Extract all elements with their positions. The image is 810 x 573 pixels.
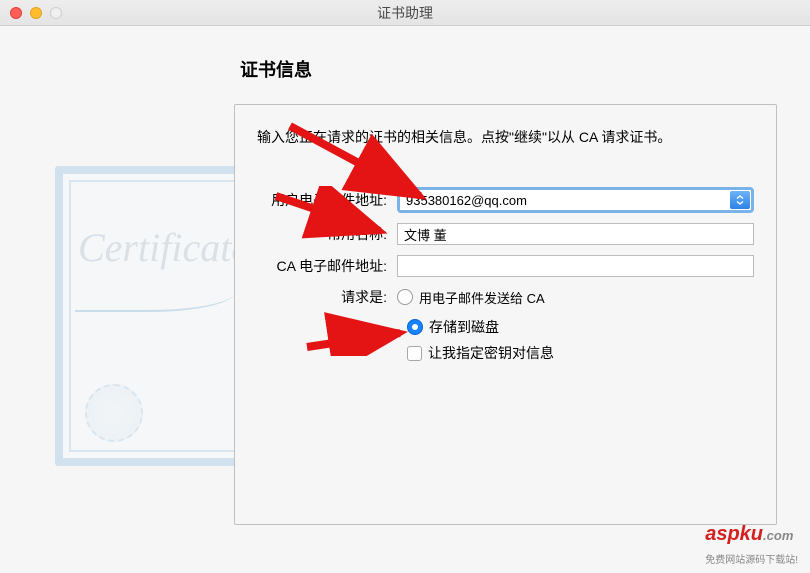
form-panel: 输入您正在请求的证书的相关信息。点按"继续"以从 CA 请求证书。 用户电子邮件… bbox=[234, 104, 777, 525]
radio-save-to-disk[interactable] bbox=[407, 319, 423, 335]
common-name-field[interactable] bbox=[397, 223, 754, 245]
minimize-icon[interactable] bbox=[30, 7, 42, 19]
radio-disk-label: 存储到磁盘 bbox=[429, 317, 499, 337]
ca-email-field[interactable] bbox=[397, 255, 754, 277]
chevron-up-down-icon bbox=[736, 195, 744, 205]
checkbox-keypair-label: 让我指定密钥对信息 bbox=[428, 343, 554, 363]
window-content: Certificate 证书信息 输入您正在请求的证书的相关信息。点按"继续"以… bbox=[0, 26, 810, 573]
request-label: 请求是: bbox=[257, 287, 397, 307]
email-label: 用户电子邮件地址: bbox=[257, 190, 397, 210]
checkbox-keypair-info[interactable] bbox=[407, 346, 422, 361]
watermark-brand: aspku bbox=[705, 523, 763, 545]
close-icon[interactable] bbox=[10, 7, 22, 19]
watermark-tag: 免费网站源码下载站! bbox=[705, 555, 798, 566]
zoom-icon bbox=[50, 7, 62, 19]
titlebar: 证书助理 bbox=[0, 0, 810, 26]
instruction-text: 输入您正在请求的证书的相关信息。点按"继续"以从 CA 请求证书。 bbox=[257, 127, 754, 147]
ca-email-label: CA 电子邮件地址: bbox=[257, 256, 397, 276]
window-title: 证书助理 bbox=[0, 3, 810, 23]
radio-email-label: 用电子邮件发送给 CA bbox=[419, 288, 545, 307]
email-field[interactable] bbox=[400, 190, 729, 210]
radio-email-to-ca[interactable] bbox=[397, 289, 413, 305]
watermark-suffix: .com bbox=[763, 528, 793, 543]
watermark: aspku.com 免费网站源码下载站! bbox=[705, 523, 798, 569]
name-label: 常用名称: bbox=[257, 224, 397, 244]
section-heading: 证书信息 bbox=[240, 56, 780, 82]
dropdown-button[interactable] bbox=[730, 191, 750, 209]
email-combobox[interactable] bbox=[397, 187, 754, 213]
